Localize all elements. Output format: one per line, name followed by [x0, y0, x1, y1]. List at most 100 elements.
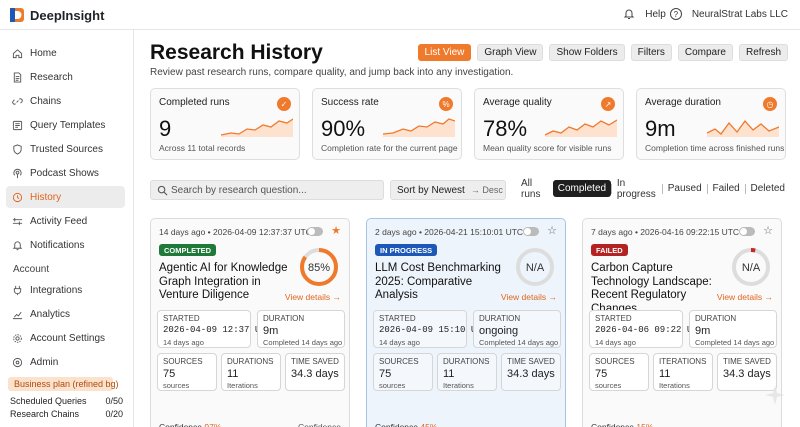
box-label: STARTED [595, 314, 632, 323]
sidebar-item-history[interactable]: History [6, 186, 125, 208]
stat-footnote: Mean quality score for visible runs [483, 143, 612, 153]
confidence-label: Confidence 97% [159, 422, 221, 427]
confidence-label: Confidence 45% [375, 422, 437, 427]
sidebar-item-notifications[interactable]: Notifications [6, 234, 125, 256]
stat-footnote: Completion rate for the current page [321, 143, 458, 153]
link-icon [12, 97, 23, 105]
status-badge: IN PROGRESS [375, 244, 438, 256]
sort-select[interactable]: Sort by Newest → Desc [390, 180, 506, 200]
sidebar-item-admin[interactable]: Admin [6, 351, 125, 373]
sidebar-item-activity-feed[interactable]: Activity Feed [6, 210, 125, 232]
iterations-box: ITERATIONS 11 Iterations [653, 353, 713, 391]
compare-button[interactable]: Compare [677, 44, 733, 61]
org-name[interactable]: NeuralStrat Labs LLC [692, 9, 788, 20]
brand[interactable]: DeepInsight [9, 7, 104, 23]
search-input[interactable] [171, 181, 381, 199]
time-saved-value: 34.3 days [507, 368, 555, 380]
box-label: TIME SAVED [507, 357, 555, 366]
sidebar-nav: Home Research Chains Query Templates Trusted… [0, 30, 133, 256]
research-card[interactable]: 7 days ago • 2026-04-16 09:22:15 UTC ☆ FAI… [582, 218, 782, 427]
graph-view-button[interactable]: Graph View [477, 44, 544, 61]
stat-label: Success rate [321, 97, 379, 108]
sidebar-item-label: Podcast Shows [30, 167, 99, 179]
account-section-label: Account [13, 264, 50, 275]
tab-deleted[interactable]: Deleted [746, 180, 790, 197]
sources-box: SOURCES 75 sources [589, 353, 649, 391]
started-value: 2026-04-09 15:10 UTC [379, 325, 488, 335]
confidence-value: 97% [204, 422, 222, 427]
quota-scheduled-queries: Scheduled Queries 0/50 [10, 396, 123, 406]
refresh-button[interactable]: Refresh [738, 44, 788, 61]
confidence-label: Confidence 15% [591, 422, 653, 427]
sparkle-icon [765, 385, 785, 405]
stat-footnote: Completion time across finished runs [645, 143, 785, 153]
duration-box: DURATION 9m Completed 14 days ago [257, 310, 345, 348]
sort-direction[interactable]: → Desc [471, 185, 503, 195]
star-icon[interactable]: ☆ [763, 224, 773, 237]
tab-completed[interactable]: Completed [552, 180, 612, 197]
sources-box: SOURCES 75 sources [157, 353, 217, 391]
page-subtitle: Review past research runs, compare quali… [150, 67, 514, 78]
search-box [150, 180, 384, 200]
card-title[interactable]: Agentic AI for Knowledge Graph Integrati… [159, 262, 299, 303]
started-value: 2026-04-09 12:37 UTC [163, 325, 272, 335]
sidebar-item-home[interactable]: Home [6, 42, 125, 64]
quota-value: 0/20 [105, 409, 123, 419]
confidence-right-label: Confidence [297, 422, 341, 427]
sidebar-item-integrations[interactable]: Integrations [6, 279, 125, 301]
star-icon[interactable]: ★ [331, 224, 341, 237]
view-details-link[interactable]: View details → [717, 292, 773, 302]
sidebar-item-query-templates[interactable]: Query Templates [6, 114, 125, 136]
analytics-icon [12, 311, 23, 319]
iterations-sub: Iterations [659, 381, 690, 390]
quota-label: Research Chains [10, 409, 80, 419]
star-icon[interactable]: ☆ [547, 224, 557, 237]
sidebar-item-analytics[interactable]: Analytics [6, 303, 125, 325]
view-details-link[interactable]: View details → [501, 292, 557, 302]
started-value: 2026-04-06 09:22 UTC [595, 325, 704, 335]
app-name: DeepInsight [30, 7, 105, 23]
iterations-sub: Iterations [443, 381, 474, 390]
card-title[interactable]: Carbon Capture Technology Landscape: Rec… [591, 262, 731, 316]
duration-value: 9m [263, 325, 279, 337]
view-details-link[interactable]: View details → [285, 292, 341, 302]
tab-in-progress[interactable]: In progress [612, 178, 662, 200]
tab-all-runs[interactable]: All runs [516, 178, 553, 200]
sources-value: 75 [379, 368, 392, 380]
research-card[interactable]: 2 days ago • 2026-04-21 15:10:01 UTC ☆ IN … [366, 218, 566, 427]
bell-icon[interactable] [623, 8, 635, 20]
filters-button[interactable]: Filters [630, 44, 672, 61]
gear-icon [13, 333, 22, 343]
view-toolbar: List View Graph View Show Folders Filter… [417, 44, 788, 61]
card-toggle[interactable] [523, 227, 539, 236]
quota-research-chains: Research Chains 0/20 [10, 409, 123, 419]
page-title: Research History [150, 41, 323, 64]
duration-sub: Completed 14 days ago [695, 338, 775, 347]
card-toggle[interactable] [307, 227, 323, 236]
card-title[interactable]: LLM Cost Benchmarking 2025: Comparative … [375, 262, 515, 303]
card-toggle[interactable] [739, 227, 755, 236]
time-saved-box: TIME SAVED 34.3 days [501, 353, 561, 391]
sidebar-item-podcast-shows[interactable]: Podcast Shows [6, 162, 125, 184]
list-view-button[interactable]: List View [417, 44, 472, 61]
iterations-box: DURATIONS 11 Iterations [437, 353, 497, 391]
show-folders-button[interactable]: Show Folders [549, 44, 625, 61]
sidebar-item-chains[interactable]: Chains [6, 90, 125, 112]
box-label: DURATION [263, 314, 305, 323]
sidebar-item-research[interactable]: Research [6, 66, 125, 88]
sidebar-item-label: Analytics [30, 308, 71, 320]
sidebar-item-trusted-sources[interactable]: Trusted Sources [6, 138, 125, 160]
box-label: DURATIONS [227, 357, 274, 366]
sidebar-item-account-settings[interactable]: Account Settings [6, 327, 125, 349]
ring-label: N/A [742, 262, 761, 274]
research-card[interactable]: 14 days ago • 2026-04-09 12:37:37 UTC ★ CO… [150, 218, 350, 427]
iterations-value: 11 [227, 368, 239, 380]
help-link[interactable]: Help ? [645, 8, 682, 20]
time-saved-value: 34.3 days [291, 368, 339, 380]
tab-failed[interactable]: Failed [707, 180, 744, 197]
filter-bar: Sort by Newest → Desc All runsCompletedI… [150, 178, 790, 200]
sparkline [545, 119, 617, 137]
iterations-value: 11 [443, 368, 455, 380]
confidence-text: Confidence [375, 422, 419, 427]
tab-paused[interactable]: Paused [663, 180, 707, 197]
